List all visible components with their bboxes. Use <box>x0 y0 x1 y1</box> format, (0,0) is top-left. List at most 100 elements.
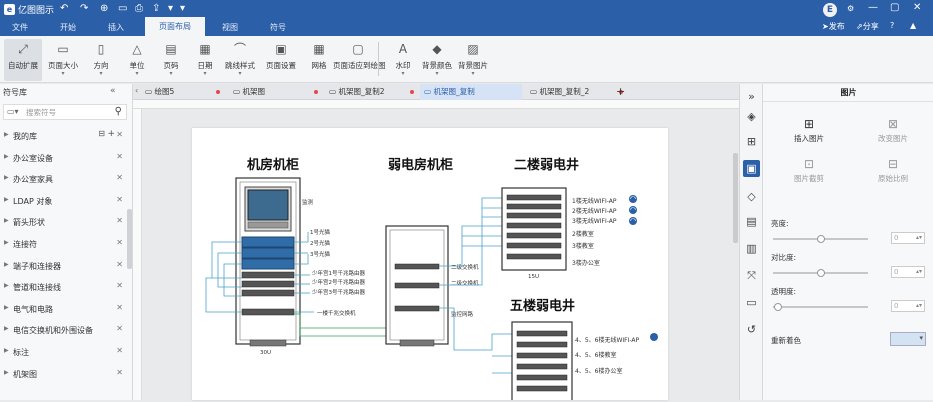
library-item[interactable]: ▶ 标注 ✕ <box>0 342 127 363</box>
contrast-slider[interactable] <box>773 269 868 277</box>
expand-arrow-icon[interactable]: ▶ <box>4 282 9 289</box>
search-input[interactable]: ▭▾ 搜索符号 ⚲ <box>3 104 127 120</box>
image-icon[interactable]: ▣ <box>743 160 760 177</box>
ribbon-button-10[interactable]: A 水印 ▾ <box>384 39 422 81</box>
close-icon[interactable]: ✕ <box>116 346 123 355</box>
close-icon[interactable]: ✕ <box>116 173 123 182</box>
close-icon[interactable]: ✕ <box>116 368 123 377</box>
expand-arrow-icon[interactable]: ▶ <box>4 131 9 138</box>
settings-icon[interactable]: ⚙ <box>847 4 854 13</box>
close-icon[interactable]: ✕ <box>116 303 123 312</box>
vertical-scrollbar[interactable] <box>733 153 738 243</box>
contrast-input[interactable]: 0 ▴▾ <box>891 266 925 278</box>
library-item[interactable]: ▶ 电信交换机和外围设备 ✕ <box>0 320 127 341</box>
spinner-icon[interactable]: ▴▾ <box>916 301 922 311</box>
rack-diagram[interactable]: 机房机柜 弱电房机柜 二楼弱电井 五楼弱电井 30U 监测 1号光猫 2号光猫 … <box>192 128 668 402</box>
expand-arrow-icon[interactable]: ▶ <box>4 325 9 332</box>
crop-image-button[interactable]: ⊡ 图片截剪 <box>779 157 839 184</box>
add-icon[interactable]: + <box>107 129 115 139</box>
page-icon[interactable]: ▤ <box>743 213 760 230</box>
avatar[interactable]: E <box>823 3 837 17</box>
floor2-rack[interactable] <box>501 187 567 271</box>
expand-arrow-icon[interactable]: ▶ <box>4 369 9 376</box>
expand-arrow-icon[interactable]: ▶ <box>4 347 9 354</box>
slider-handle[interactable] <box>817 235 825 243</box>
brightness-slider[interactable] <box>773 235 868 243</box>
presentation-icon[interactable]: ▭ <box>743 294 760 311</box>
close-icon[interactable]: ✕ <box>116 238 123 247</box>
floor5-rack[interactable] <box>511 321 573 402</box>
expand-arrow-icon[interactable]: ▶ <box>4 196 9 203</box>
undo-icon[interactable]: ↶ <box>60 3 68 14</box>
weak-room-rack[interactable] <box>385 225 449 347</box>
fit-icon[interactable]: ⤧ <box>743 267 760 284</box>
ribbon-button-9[interactable]: ▢ 页面适应到绘图 <box>333 39 386 81</box>
document-tab[interactable]: ▭ 机架图_复制_2 <box>526 84 626 100</box>
ribbon-button-11[interactable]: ◆ 背景颜色 ▾ <box>418 39 456 81</box>
menu-insert[interactable]: 插入 <box>108 22 124 33</box>
document-tab[interactable]: ▭ 机架图_复制 <box>420 84 522 100</box>
publish-button[interactable]: ➤发布 <box>822 21 845 32</box>
slider-handle[interactable] <box>817 269 825 277</box>
drawing-canvas[interactable]: 机房机柜 弱电房机柜 二楼弱电井 五楼弱电井 30U 监测 1号光猫 2号光猫 … <box>142 109 739 402</box>
brightness-input[interactable]: 0 ▴▾ <box>891 232 925 244</box>
close-icon[interactable]: ✕ <box>116 216 123 225</box>
change-image-button[interactable]: ⊠ 改变图片 <box>863 117 923 144</box>
ribbon-button-2[interactable]: ▯ 方向 ▾ <box>82 39 120 81</box>
ribbon-button-6[interactable]: ⌒ 跳线样式 ▾ <box>221 39 259 81</box>
ribbon-button-3[interactable]: △ 单位 ▾ <box>118 39 156 81</box>
new-icon[interactable]: ⊕ <box>100 3 108 14</box>
expand-arrow-icon[interactable]: ▶ <box>4 304 9 311</box>
ribbon-button-1[interactable]: ▭ 页面大小 ▾ <box>44 39 82 81</box>
drawing-page[interactable]: 机房机柜 弱电房机柜 二楼弱电井 五楼弱电井 30U 监测 1号光猫 2号光猫 … <box>192 128 668 402</box>
open-icon[interactable]: ▭ <box>118 3 127 14</box>
library-item[interactable]: ▶ LDAP 对象 ✕ <box>0 191 127 212</box>
ribbon-button-7[interactable]: ▣ 页面设置 <box>262 39 300 81</box>
collapse-icon[interactable]: « <box>110 86 116 96</box>
library-item[interactable]: ▶ 管道和连接线 ✕ <box>0 277 127 298</box>
close-icon[interactable]: ✕ <box>116 195 123 204</box>
export-icon[interactable]: ⊟ <box>98 129 105 138</box>
add-tab-button[interactable]: + <box>616 85 625 98</box>
maximize-icon[interactable]: ▢ <box>890 2 899 13</box>
menu-symbol[interactable]: 符号 <box>270 22 286 33</box>
transparency-input[interactable]: 0 ▴▾ <box>891 300 925 312</box>
close-icon[interactable]: ✕ <box>116 324 123 333</box>
document-icon[interactable]: ▥ <box>743 240 760 257</box>
fill-icon[interactable]: ◈ <box>743 108 760 125</box>
menu-file[interactable]: 文件 <box>12 22 28 33</box>
search-scope-icon[interactable]: ▭▾ <box>7 107 19 116</box>
scrollbar[interactable] <box>127 209 132 269</box>
close-icon[interactable]: ✕ <box>913 2 921 13</box>
recolor-dropdown[interactable]: ▾ <box>890 332 926 346</box>
library-item[interactable]: ▶ 连接符 ✕ <box>0 234 127 255</box>
expand-panel-icon[interactable]: » <box>743 88 760 105</box>
chevron-down-icon[interactable]: ▾ <box>168 3 173 14</box>
share-button[interactable]: ⇗分享 <box>856 21 879 32</box>
library-item[interactable]: ▶ 我的库 ⊟ + ✕ <box>0 126 127 147</box>
expand-icon[interactable]: ▲ <box>910 21 916 30</box>
original-size-button[interactable]: ⊟ 原始比例 <box>863 157 923 184</box>
document-tab[interactable]: ▭ 绘图5 <box>141 84 223 100</box>
export-icon[interactable]: ⇪ <box>152 3 160 14</box>
layers-icon[interactable]: ◇ <box>743 188 760 205</box>
ribbon-button-5[interactable]: ▦ 日期 ▾ <box>186 39 224 81</box>
slider-handle[interactable] <box>774 303 782 311</box>
grid-layout-icon[interactable]: ⊞ <box>743 133 760 150</box>
expand-arrow-icon[interactable]: ▶ <box>4 153 9 160</box>
minimize-icon[interactable]: — <box>868 2 878 13</box>
document-tab[interactable]: ▭ 机架图_复制2 <box>325 84 417 100</box>
menu-home[interactable]: 开始 <box>60 22 76 33</box>
expand-arrow-icon[interactable]: ▶ <box>4 239 9 246</box>
expand-arrow-icon[interactable]: ▶ <box>4 174 9 181</box>
search-icon[interactable]: ⚲ <box>115 106 122 117</box>
insert-image-button[interactable]: ⊞ 插入图片 <box>779 117 839 144</box>
print-icon[interactable]: ⎙ <box>135 3 143 14</box>
redo-icon[interactable]: ↷ <box>80 3 88 14</box>
room-rack[interactable] <box>235 177 301 347</box>
library-item[interactable]: ▶ 箭头形状 ✕ <box>0 212 127 233</box>
library-item[interactable]: ▶ 办公室家具 ✕ <box>0 169 127 190</box>
spinner-icon[interactable]: ▴▾ <box>916 233 922 243</box>
history-icon[interactable]: ↺ <box>743 321 760 338</box>
ribbon-button-4[interactable]: ▤ 页码 ▾ <box>152 39 190 81</box>
